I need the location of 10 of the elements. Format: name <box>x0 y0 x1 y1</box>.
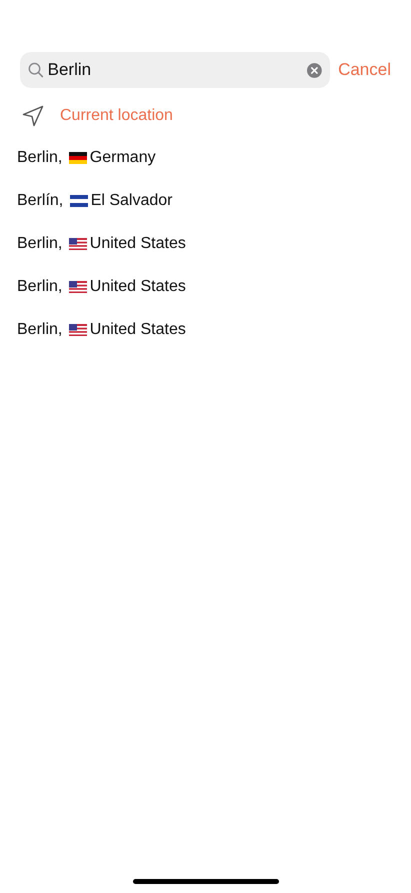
search-bar[interactable]: Berlin <box>20 52 330 88</box>
search-icon <box>28 61 44 79</box>
location-arrow-icon <box>22 105 44 127</box>
location-result[interactable]: Berlin, Germany <box>17 136 411 179</box>
location-result[interactable]: Berlin, United States <box>17 308 411 351</box>
search-input[interactable]: Berlin <box>48 57 304 83</box>
location-result[interactable]: Berlín, El Salvador <box>17 179 411 222</box>
clear-icon[interactable] <box>307 62 322 78</box>
location-result[interactable]: Berlin, United States <box>17 222 411 265</box>
location-result[interactable]: Berlin, United States <box>17 265 411 308</box>
